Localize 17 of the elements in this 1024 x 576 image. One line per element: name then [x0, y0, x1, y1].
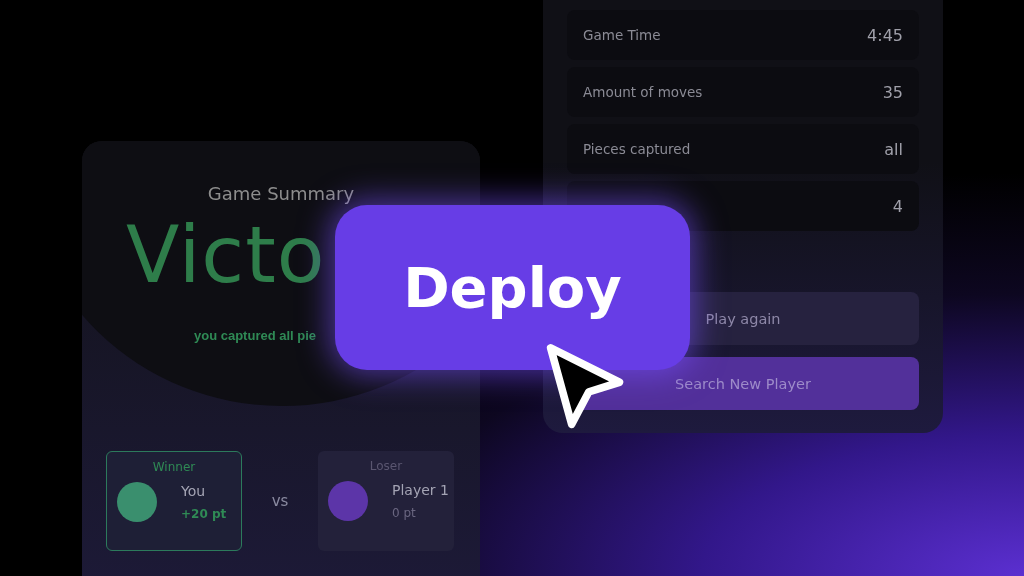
stat-label: Pieces captured	[583, 141, 691, 157]
summary-title: Game Summary	[206, 183, 356, 204]
deploy-button[interactable]: Deploy	[335, 205, 690, 370]
stat-value: all	[884, 139, 903, 159]
stat-value: 4	[892, 196, 903, 216]
stat-label: Game Time	[583, 27, 661, 43]
player-name: Player 1	[392, 482, 449, 498]
stat-value: 35	[882, 82, 903, 102]
player-points: 0 pt	[392, 506, 417, 520]
stat-value: 4:45	[867, 25, 903, 45]
versus-label: vs	[270, 492, 290, 510]
result-text: Victo	[126, 210, 326, 300]
player-points: +20 pt	[181, 507, 227, 521]
player-role: Winner	[152, 460, 196, 474]
stat-label: Amount of moves	[583, 84, 703, 100]
result-message: you captured all pie	[194, 328, 317, 343]
player-name: You	[181, 483, 207, 499]
